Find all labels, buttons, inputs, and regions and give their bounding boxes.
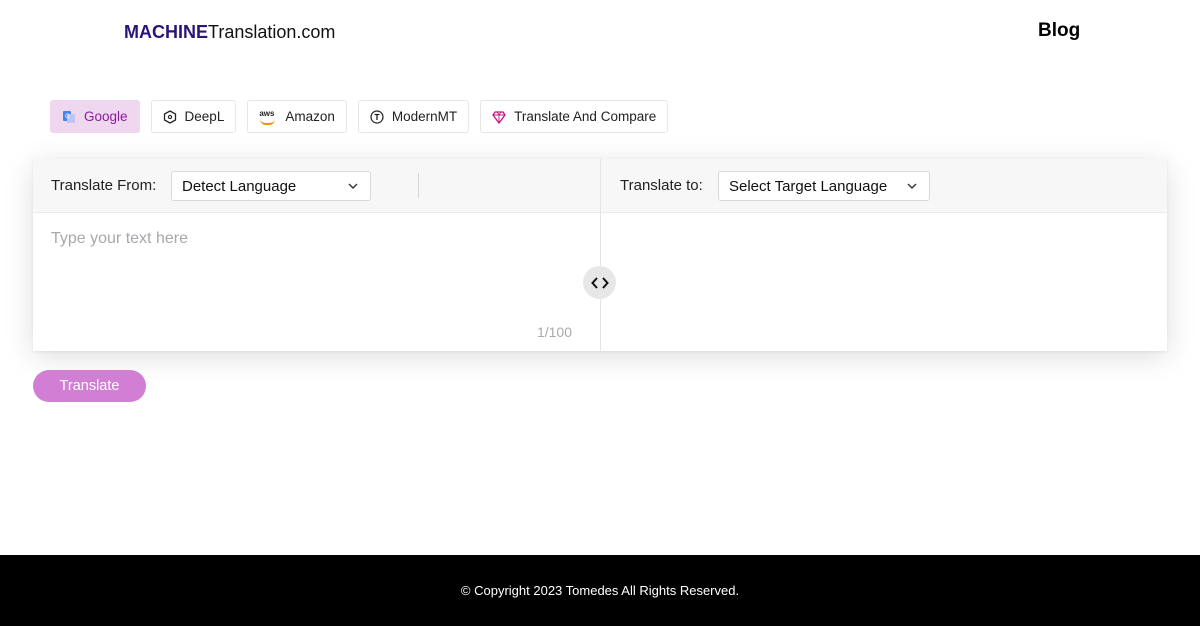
site-logo[interactable]: MACHINETranslation.com	[124, 21, 335, 43]
engine-label: Translate And Compare	[514, 109, 657, 124]
chevron-down-icon	[907, 183, 917, 189]
copyright-text: © Copyright 2023 Tomedes All Rights Rese…	[460, 583, 740, 598]
swap-arrows-icon	[590, 276, 609, 289]
site-footer: © Copyright 2023 Tomedes All Rights Rese…	[0, 555, 1200, 626]
source-language-value: Detect Language	[182, 177, 297, 195]
google-translate-icon: G	[62, 110, 76, 124]
engine-tab-translate-compare[interactable]: Translate And Compare	[480, 100, 669, 133]
engine-tab-google[interactable]: G Google	[50, 100, 140, 133]
source-language-select[interactable]: Detect Language	[171, 171, 371, 201]
target-toolbar: Translate to: Select Target Language	[601, 159, 1167, 213]
source-pane: Translate From: Detect Language 1/100	[33, 159, 600, 351]
logo-strong: MACHINE	[124, 22, 208, 42]
swap-languages-button[interactable]	[583, 266, 616, 299]
character-counter: 1/100	[536, 324, 572, 340]
aws-icon: aws	[259, 109, 277, 125]
translate-from-label: Translate From:	[51, 177, 157, 194]
deepl-icon	[163, 109, 177, 124]
source-text-input[interactable]	[33, 214, 600, 351]
translator-panel: Translate From: Detect Language 1/100 Tr…	[33, 159, 1167, 351]
target-pane: Translate to: Select Target Language	[600, 159, 1167, 351]
blog-link[interactable]: Blog	[1038, 20, 1080, 42]
modernmt-icon	[370, 109, 384, 124]
engine-label: DeepL	[184, 109, 225, 124]
site-header: MACHINETranslation.com Blog	[0, 0, 1200, 64]
translate-button[interactable]: Translate	[33, 370, 146, 402]
engine-label: Google	[84, 109, 128, 124]
translate-to-label: Translate to:	[620, 177, 703, 194]
target-language-value: Select Target Language	[729, 177, 888, 195]
engine-label: ModernMT	[391, 109, 458, 124]
engine-tab-deepl[interactable]: DeepL	[150, 100, 237, 133]
svg-text:G: G	[65, 113, 70, 120]
toolbar-divider	[418, 173, 419, 198]
gem-icon	[492, 110, 506, 124]
chevron-down-icon	[348, 183, 358, 189]
engine-tab-modernmt[interactable]: ModernMT	[357, 100, 470, 133]
logo-rest: Translation.com	[208, 22, 336, 42]
target-output-area	[601, 214, 1168, 351]
target-language-select[interactable]: Select Target Language	[718, 171, 930, 201]
engine-label: Amazon	[285, 109, 335, 124]
engine-tab-amazon[interactable]: aws Amazon	[247, 100, 347, 133]
source-toolbar: Translate From: Detect Language	[33, 159, 600, 213]
engine-tabs: G Google DeepL aws Amazon ModernMT Trans…	[50, 100, 669, 133]
